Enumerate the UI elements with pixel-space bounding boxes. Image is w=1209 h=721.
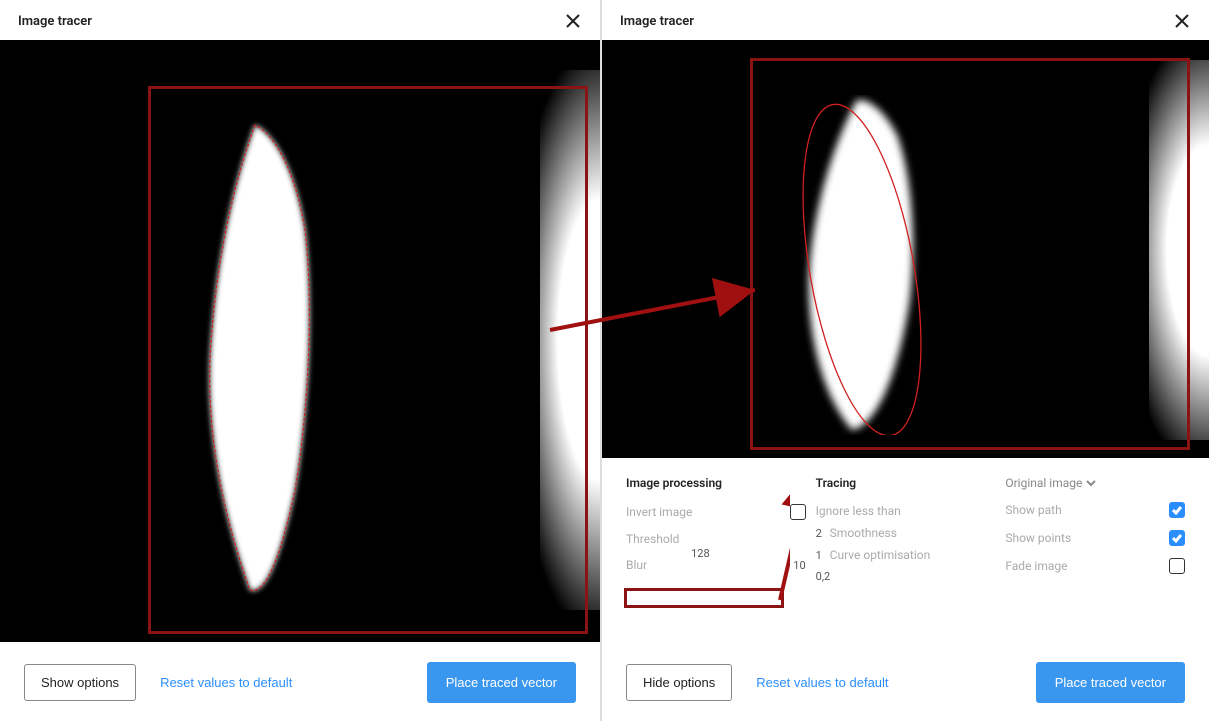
show-points-row: Show points bbox=[1005, 530, 1185, 546]
original-image-select[interactable]: Original image bbox=[1005, 476, 1185, 490]
panel-header: Image tracer bbox=[0, 0, 600, 40]
option-label: Fade image bbox=[1005, 559, 1067, 573]
option-label: Show path bbox=[1005, 503, 1061, 517]
option-label: Threshold bbox=[626, 532, 679, 546]
option-label: Curve optimisation bbox=[830, 548, 996, 562]
panel-footer: Hide options Reset values to default Pla… bbox=[602, 648, 1209, 721]
display-column: Original image Show path Show points Fad… bbox=[1005, 476, 1185, 583]
invert-image-checkbox[interactable] bbox=[790, 504, 806, 520]
ignore-row: Ignore less than bbox=[816, 504, 996, 518]
trace-canvas[interactable] bbox=[0, 40, 600, 642]
reset-defaults-button[interactable]: Reset values to default bbox=[752, 665, 892, 700]
option-label: Blur bbox=[626, 558, 647, 572]
place-vector-button[interactable]: Place traced vector bbox=[1036, 662, 1185, 703]
curve-value[interactable]: 0,2 bbox=[816, 570, 836, 583]
reset-defaults-button[interactable]: Reset values to default bbox=[156, 665, 296, 700]
select-label: Original image bbox=[1005, 476, 1082, 490]
show-path-row: Show path bbox=[1005, 502, 1185, 518]
annotation-rect bbox=[750, 58, 1190, 450]
panel-footer: Show options Reset values to default Pla… bbox=[0, 648, 600, 721]
option-label: Invert image bbox=[626, 505, 692, 519]
curve-value-row: 0,2 bbox=[816, 570, 996, 583]
panel-title: Image tracer bbox=[620, 14, 694, 29]
tracing-column: Tracing Ignore less than 2 Smoothness 1 … bbox=[816, 476, 996, 583]
panel-title: Image tracer bbox=[18, 14, 92, 29]
blur-row: Blur 10 bbox=[626, 558, 806, 572]
annotation-rect bbox=[148, 86, 588, 634]
toggle-options-button[interactable]: Show options bbox=[24, 664, 136, 701]
threshold-row: Threshold 128 bbox=[626, 532, 806, 546]
invert-image-row: Invert image bbox=[626, 504, 806, 520]
fade-image-row: Fade image bbox=[1005, 558, 1185, 574]
panel-header: Image tracer bbox=[602, 0, 1209, 40]
smooth-row: 2 Smoothness bbox=[816, 526, 996, 540]
option-label: Ignore less than bbox=[816, 504, 901, 518]
options-area: Image processing Invert image Threshold … bbox=[602, 458, 1209, 593]
option-label: Smoothness bbox=[830, 526, 996, 540]
close-icon[interactable] bbox=[1173, 12, 1191, 30]
place-vector-button[interactable]: Place traced vector bbox=[427, 662, 576, 703]
curve-row: 1 Curve optimisation bbox=[816, 548, 996, 562]
tracer-panel-left: Image tracer Show options Reset values t… bbox=[0, 0, 602, 721]
tracer-panel-right: Image tracer Image processing Invert ima… bbox=[602, 0, 1209, 721]
image-processing-column: Image processing Invert image Threshold … bbox=[626, 476, 806, 583]
column-heading: Image processing bbox=[626, 476, 806, 490]
threshold-value[interactable]: 128 bbox=[690, 547, 710, 560]
toggle-options-button[interactable]: Hide options bbox=[626, 664, 732, 701]
trace-canvas[interactable] bbox=[602, 40, 1209, 458]
chevron-down-icon bbox=[1086, 478, 1096, 488]
fade-image-checkbox[interactable] bbox=[1169, 558, 1185, 574]
column-heading: Tracing bbox=[816, 476, 996, 490]
blur-value[interactable]: 10 bbox=[786, 559, 806, 572]
option-label: Show points bbox=[1005, 531, 1071, 545]
show-points-checkbox[interactable] bbox=[1169, 530, 1185, 546]
close-icon[interactable] bbox=[564, 12, 582, 30]
show-path-checkbox[interactable] bbox=[1169, 502, 1185, 518]
